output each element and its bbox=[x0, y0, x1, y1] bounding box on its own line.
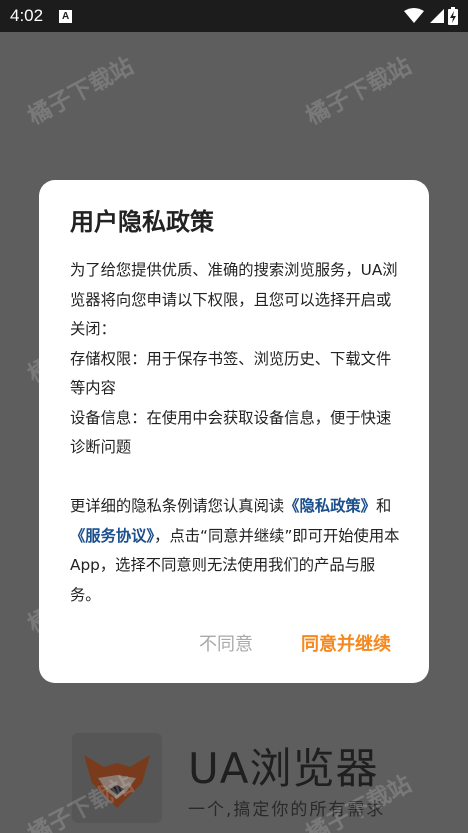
status-time: 4:02 bbox=[10, 6, 44, 25]
status-bar: 4:02 A bbox=[0, 0, 468, 32]
dialog-paragraph-device: 设备信息：在使用中会获取设备信息，便于快速诊断问题 bbox=[70, 408, 392, 457]
dialog-buttons: 不同意 同意并继续 bbox=[199, 630, 391, 656]
watermark: 橘子下载站 bbox=[302, 53, 416, 131]
terms-and: 和 bbox=[375, 497, 392, 515]
terms-prefix: 更详细的隐私条例请您认真阅读 bbox=[70, 497, 285, 515]
dialog-paragraph-intro: 为了给您提供优质、准确的搜索浏览服务，UA浏览器将向您申请以下权限，且您可以选择… bbox=[70, 261, 398, 338]
watermark: 橘子下载站 bbox=[24, 53, 138, 131]
privacy-dialog: 用户隐私政策 为了给您提供优质、准确的搜索浏览服务，UA浏览器将向您申请以下权限… bbox=[39, 180, 429, 683]
status-icons bbox=[404, 7, 458, 25]
dialog-paragraph-storage: 存储权限：用于保存书签、浏览历史、下载文件等内容 bbox=[70, 349, 392, 398]
dialog-title: 用户隐私政策 bbox=[70, 208, 214, 236]
agree-continue-button[interactable]: 同意并继续 bbox=[301, 630, 391, 656]
wifi-icon bbox=[404, 8, 424, 23]
battery-icon bbox=[448, 7, 458, 25]
disagree-button[interactable]: 不同意 bbox=[199, 630, 253, 656]
dialog-body: 为了给您提供优质、准确的搜索浏览服务，UA浏览器将向您申请以下权限，且您可以选择… bbox=[70, 256, 405, 610]
notification-icon: A bbox=[59, 9, 73, 23]
signal-icon bbox=[430, 9, 444, 23]
splash-app-name: UA浏览器 bbox=[188, 744, 379, 793]
service-agreement-link[interactable]: 《服务协议》 bbox=[70, 527, 154, 545]
privacy-policy-link[interactable]: 《隐私政策》 bbox=[284, 497, 376, 515]
dialog-paragraph-terms: 更详细的隐私条例请您认真阅读《隐私政策》和《服务协议》，点击“同意并继续”即可开… bbox=[70, 492, 405, 610]
